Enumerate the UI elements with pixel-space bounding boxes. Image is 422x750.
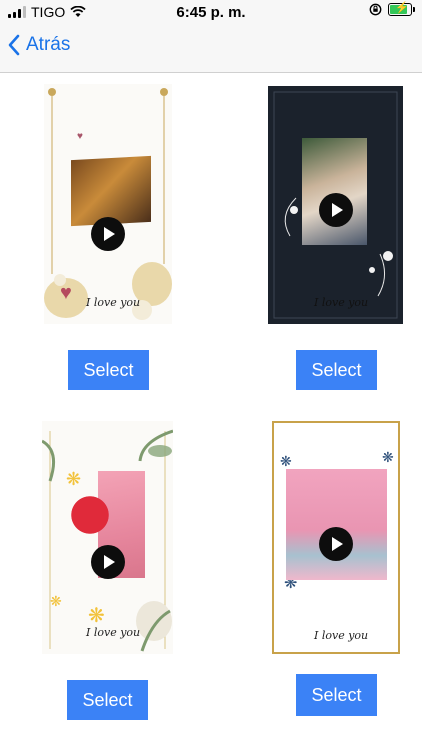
template-4-caption: I love you <box>314 629 369 642</box>
chevron-left-icon <box>8 34 20 56</box>
battery-icon: ⚡ <box>388 2 415 16</box>
butterfly-icon: ❋ <box>66 469 82 489</box>
template-card-3[interactable]: ❋ ❋ ❋ I love you <box>42 421 173 654</box>
template-4-photo <box>286 469 387 580</box>
play-icon[interactable] <box>319 527 353 561</box>
heart-icon: ♥ <box>77 131 83 142</box>
select-button-2[interactable]: Select <box>296 350 377 390</box>
template-3-caption: I love you <box>86 626 141 639</box>
butterfly-icon: ❋ <box>382 449 394 465</box>
back-button[interactable]: Atrás <box>8 34 70 56</box>
butterfly-icon: ❋ <box>88 605 105 627</box>
template-card-2[interactable]: I love you <box>268 86 403 324</box>
status-right: ⚡ <box>369 2 415 16</box>
template-1-photo <box>71 155 151 227</box>
play-icon[interactable] <box>319 193 353 227</box>
template-2-caption: I love you <box>314 296 369 309</box>
status-time: 6:45 p. m. <box>176 4 246 21</box>
select-button-1[interactable]: Select <box>68 350 149 390</box>
butterfly-icon: ❋ <box>50 593 62 609</box>
template-2-photo <box>302 138 367 245</box>
status-bar: TIGO 6:45 p. m. ⚡ <box>0 0 422 24</box>
play-icon[interactable] <box>91 217 125 251</box>
nav-bar: Atrás <box>0 24 422 73</box>
template-card-4[interactable]: ❋ ❋ ❋ ❋ I love you <box>272 421 400 654</box>
back-label: Atrás <box>26 34 71 55</box>
template-3-balloons <box>70 491 110 551</box>
butterfly-icon: ❋ <box>280 453 292 469</box>
select-button-3[interactable]: Select <box>67 680 148 720</box>
play-icon[interactable] <box>91 545 125 579</box>
orientation-lock-icon <box>369 3 382 16</box>
template-card-1[interactable]: ♥ ♥ I love you <box>44 84 172 324</box>
template-1-caption: I love you <box>86 296 141 309</box>
heart-icon: ♥ <box>60 282 72 304</box>
select-button-4[interactable]: Select <box>296 674 377 716</box>
